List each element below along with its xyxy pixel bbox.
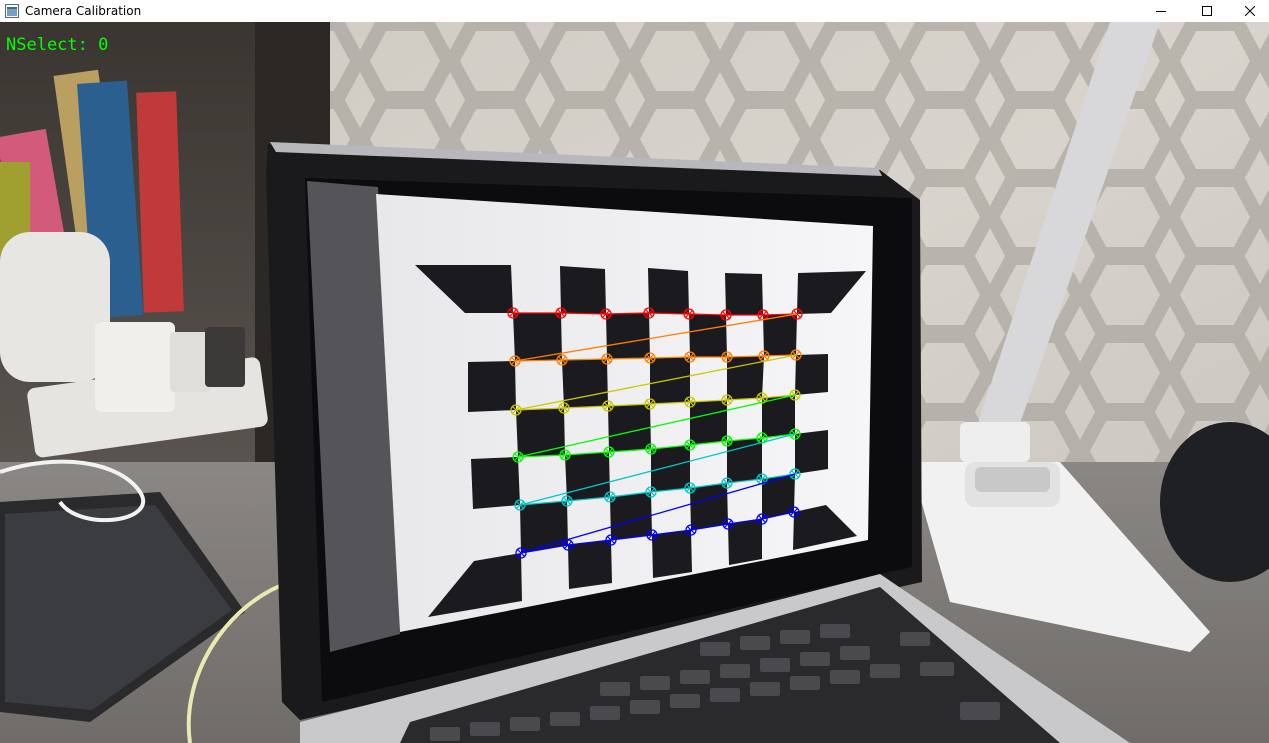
checker-square — [610, 492, 652, 540]
close-button[interactable] — [1230, 0, 1269, 22]
checker-square — [725, 273, 763, 315]
camera-view[interactable]: NSelect: 0 — [0, 22, 1269, 743]
maximize-button[interactable] — [1184, 0, 1230, 22]
checker-square — [689, 314, 727, 357]
minimize-icon — [1156, 11, 1166, 12]
maximize-icon — [1202, 6, 1212, 16]
checker-square — [562, 359, 608, 408]
checker-square — [468, 361, 516, 412]
checker-square — [516, 408, 565, 457]
checker-square — [560, 266, 606, 314]
app-icon — [5, 4, 19, 18]
window-title: Camera Calibration — [25, 4, 142, 18]
checker-square — [763, 314, 797, 356]
checker-square — [727, 438, 762, 483]
checker-square — [690, 400, 727, 445]
checker-square — [608, 404, 651, 452]
checker-square — [690, 483, 728, 530]
checker-square — [795, 354, 828, 395]
minimize-button[interactable] — [1138, 0, 1184, 22]
checker-square — [568, 540, 612, 589]
nselect-label: NSelect: 0 — [6, 35, 109, 55]
checker-square — [648, 268, 689, 314]
camera-frame — [0, 22, 1269, 743]
close-icon — [1244, 6, 1255, 16]
checker-square — [606, 313, 650, 359]
window-titlebar[interactable]: Camera Calibration — [0, 0, 1269, 22]
checker-square — [652, 530, 692, 578]
checker-square — [651, 445, 690, 492]
checker-square — [650, 357, 690, 404]
checker-square — [565, 452, 610, 501]
checker-square — [520, 501, 568, 553]
checker-square — [471, 457, 520, 509]
